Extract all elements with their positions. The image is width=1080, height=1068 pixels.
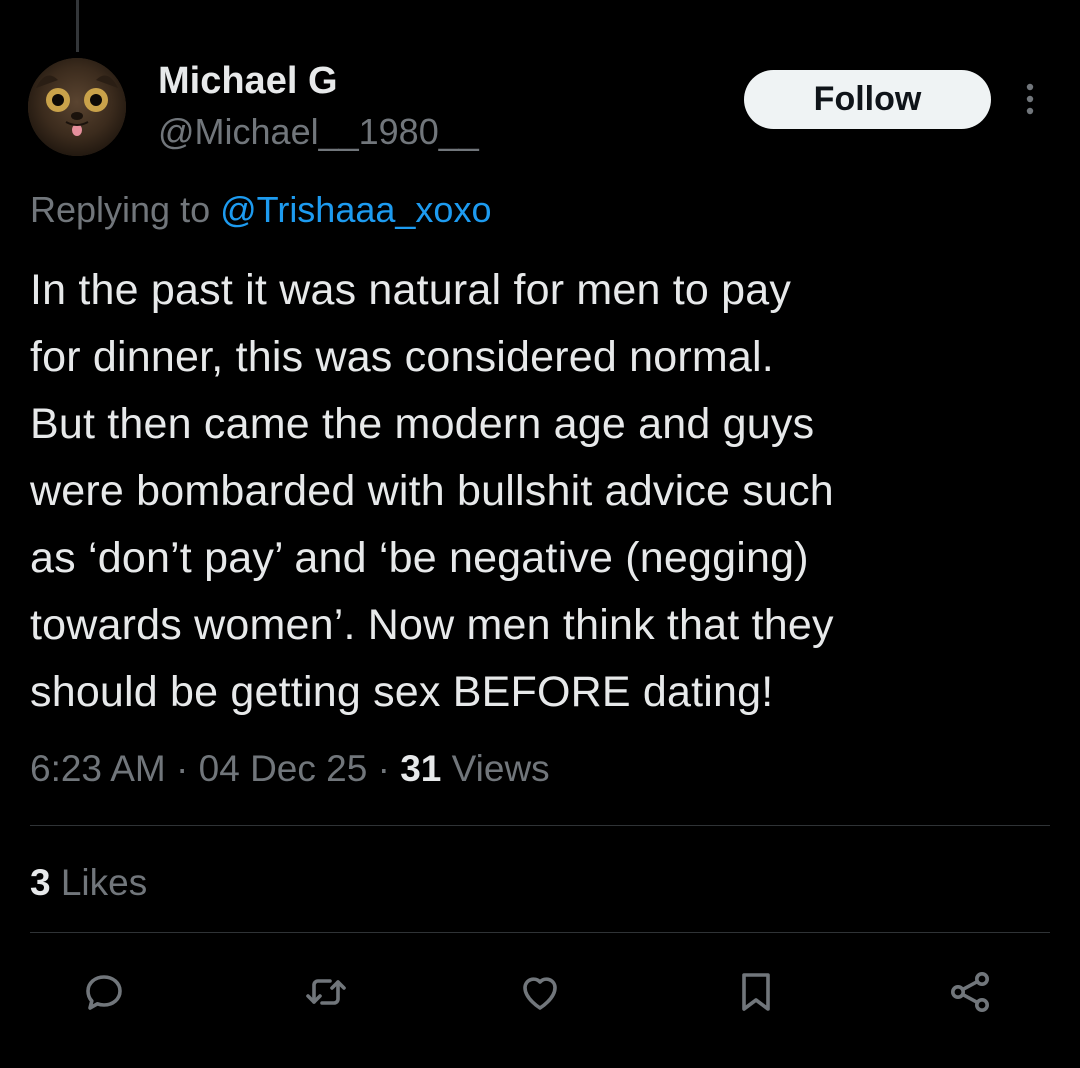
likes-label: Likes [60,862,148,903]
tweet-text-line: for dinner, this was considered normal. [30,333,774,381]
replying-to-mention-link[interactable]: @Trishaaa_xoxo [220,189,491,230]
follow-button[interactable]: Follow [744,70,991,129]
likes-count: 3 [30,862,51,903]
retweet-icon [306,979,346,1005]
divider [30,932,1050,933]
tweet-text-line: as ‘don’t pay’ and ‘be negative (negging… [30,534,809,582]
tweet-meta: 6:23 AM · 04 Dec 25 · 31 Views [30,746,550,792]
tweet-date[interactable]: 04 Dec 25 [199,748,368,789]
views-label: Views [451,748,550,789]
meta-separator: · [377,748,390,789]
tweet-text: In the past it was natural for men to pa… [30,257,1040,726]
more-vertical-icon [1026,83,1034,115]
share-button[interactable] [942,964,998,1020]
likes-summary[interactable]: 3 Likes [30,860,147,906]
reply-button[interactable] [76,964,132,1020]
replying-to-prefix: Replying to [30,189,211,230]
tweet-text-line: should be getting sex BEFORE dating! [30,668,774,716]
tweet-text-line: In the past it was natural for men to pa… [30,266,792,314]
tweet-text-line: were bombarded with bullshit advice such [30,467,834,515]
more-options-button[interactable] [1016,78,1044,120]
replying-to: Replying to @Trishaaa_xoxo [30,188,491,232]
like-button[interactable] [512,964,568,1020]
thread-connector-line [76,0,79,52]
retweet-button[interactable] [298,964,354,1020]
share-icon [951,972,989,1012]
heart-icon [523,977,557,1010]
tweet-text-line: But then came the modern age and guys [30,400,815,448]
author-handle[interactable]: @Michael__1980__ [158,112,479,152]
meta-separator: · [176,748,189,789]
divider [30,825,1050,826]
views-count: 31 [400,748,442,789]
bookmark-button[interactable] [728,964,784,1020]
reply-icon [86,975,122,1010]
avatar[interactable] [28,58,126,156]
cat-avatar-image [28,58,126,156]
author-display-name[interactable]: Michael G [158,60,338,102]
tweet-time[interactable]: 6:23 AM [30,748,166,789]
bookmark-icon [742,973,770,1011]
tweet-text-line: towards women’. Now men think that they [30,601,834,649]
